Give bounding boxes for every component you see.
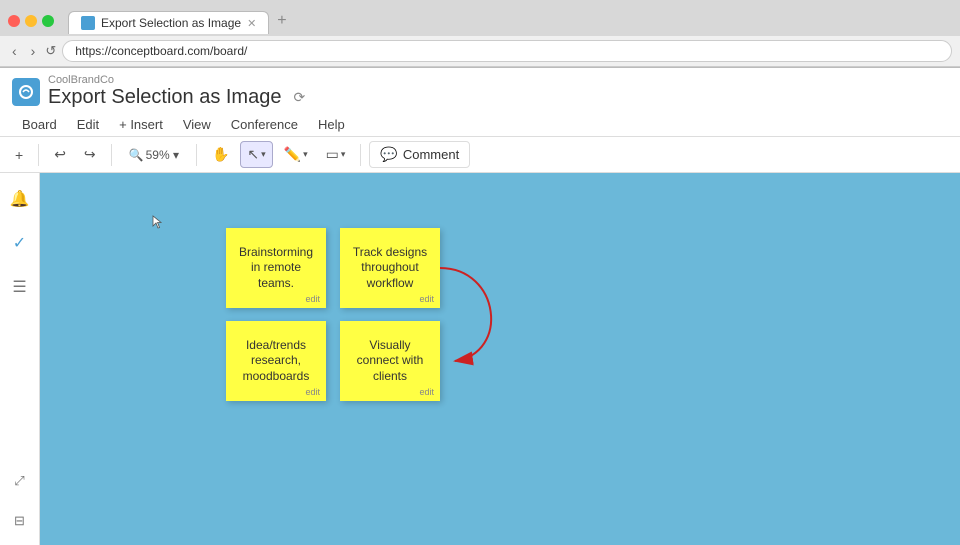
brand-row: CoolBrandCo Export Selection as Image ⟳ xyxy=(12,74,948,113)
zoom-icon: 🔍 xyxy=(129,148,144,162)
sticky-note-3[interactable]: Idea/trends research, moodboards edit xyxy=(226,321,326,401)
address-bar[interactable]: https://conceptboard.com/board/ xyxy=(62,40,952,62)
hand-icon: ✋ xyxy=(212,146,229,163)
brand-name: CoolBrandCo xyxy=(48,74,305,86)
select-tool-button[interactable]: ↖ ▾ xyxy=(240,141,272,168)
sticky-note-1[interactable]: Brainstorming in remote teams. edit xyxy=(226,228,326,308)
mouse-cursor xyxy=(152,215,164,227)
close-window-button[interactable] xyxy=(8,15,20,27)
tab-area-empty xyxy=(305,6,952,36)
address-text: https://conceptboard.com/board/ xyxy=(75,44,247,58)
toolbar-separator-3 xyxy=(196,144,197,166)
pen-dropdown-icon: ▾ xyxy=(303,149,308,160)
forward-button[interactable]: › xyxy=(27,41,40,61)
shapes-icon: ▭ xyxy=(326,146,339,163)
address-bar-row: ‹ › ↺ https://conceptboard.com/board/ xyxy=(0,36,960,67)
tab-title: Export Selection as Image xyxy=(101,16,241,30)
app-body: 🔔 ✓ ☰ ⤢ ⊟ Brainstorming in remote teams.… xyxy=(0,173,960,545)
sticky-note-1-text: Brainstorming in remote teams. xyxy=(236,245,316,292)
menu-help[interactable]: Help xyxy=(308,113,355,136)
toolbar: + ↩ ↪ 🔍 59% ▾ ✋ ↖ ▾ ✏️ ▾ ▭ ▾ 💬 Comment xyxy=(0,137,960,173)
sticky-note-2-edit[interactable]: edit xyxy=(419,294,434,304)
tab-close-button[interactable]: ✕ xyxy=(247,17,256,30)
redo-icon: ↪ xyxy=(84,146,96,163)
comment-icon: 💬 xyxy=(380,146,397,163)
zoom-control[interactable]: 🔍 59% ▾ xyxy=(120,143,188,167)
sticky-note-4[interactable]: Visually connect with clients edit xyxy=(340,321,440,401)
undo-button[interactable]: ↩ xyxy=(47,141,73,168)
left-sidebar: 🔔 ✓ ☰ ⤢ ⊟ xyxy=(0,173,40,545)
sticky-note-3-text: Idea/trends research, moodboards xyxy=(236,338,316,385)
add-icon: + xyxy=(15,147,23,163)
menu-insert[interactable]: + Insert xyxy=(109,113,173,136)
tab-bar: Export Selection as Image ✕ + xyxy=(68,8,295,34)
redo-button[interactable]: ↪ xyxy=(77,141,103,168)
sidebar-bottom-icon-1[interactable]: ⤢ xyxy=(10,469,28,493)
sticky-note-4-text: Visually connect with clients xyxy=(350,338,430,385)
page-refresh-icon[interactable]: ⟳ xyxy=(293,89,305,106)
new-tab-button[interactable]: + xyxy=(269,8,294,34)
pen-icon: ✏️ xyxy=(284,146,301,163)
sticky-note-3-edit[interactable]: edit xyxy=(305,387,320,397)
sidebar-menu-icon[interactable]: ☰ xyxy=(8,273,30,301)
menu-view[interactable]: View xyxy=(173,113,221,136)
refresh-button[interactable]: ↺ xyxy=(45,43,56,59)
sidebar-bottom-icon-2[interactable]: ⊟ xyxy=(10,509,29,533)
comment-button[interactable]: 💬 Comment xyxy=(369,141,470,168)
menu-conference[interactable]: Conference xyxy=(221,113,308,136)
undo-icon: ↩ xyxy=(54,146,66,163)
toolbar-separator-1 xyxy=(38,144,39,166)
browser-chrome: Export Selection as Image ✕ + ‹ › ↺ http… xyxy=(0,0,960,68)
browser-tab-active[interactable]: Export Selection as Image ✕ xyxy=(68,11,269,34)
toolbar-separator-2 xyxy=(111,144,112,166)
tab-favicon xyxy=(81,16,95,30)
sidebar-notifications-icon[interactable]: 🔔 xyxy=(6,185,34,213)
sticky-note-2-text: Track designs throughout workflow xyxy=(350,245,430,292)
shapes-dropdown-icon: ▾ xyxy=(341,149,346,160)
maximize-window-button[interactable] xyxy=(42,15,54,27)
sticky-note-2[interactable]: Track designs throughout workflow edit xyxy=(340,228,440,308)
shapes-tool-button[interactable]: ▭ ▾ xyxy=(319,141,353,168)
minimize-window-button[interactable] xyxy=(25,15,37,27)
traffic-lights xyxy=(8,15,54,27)
menu-edit[interactable]: Edit xyxy=(67,113,109,136)
back-button[interactable]: ‹ xyxy=(8,41,21,61)
sidebar-tasks-icon[interactable]: ✓ xyxy=(9,229,30,257)
pen-tool-button[interactable]: ✏️ ▾ xyxy=(277,141,315,168)
canvas[interactable]: Brainstorming in remote teams. edit Trac… xyxy=(40,173,960,545)
toolbar-separator-4 xyxy=(360,144,361,166)
brand-logo xyxy=(12,78,40,106)
hand-tool-button[interactable]: ✋ xyxy=(205,141,236,168)
page-title: Export Selection as Image xyxy=(48,86,281,109)
select-icon: ↖ xyxy=(247,146,259,163)
comment-label: Comment xyxy=(403,147,459,162)
menu-board[interactable]: Board xyxy=(12,113,67,136)
zoom-level: 59% ▾ xyxy=(146,148,179,162)
sticky-note-1-edit[interactable]: edit xyxy=(305,294,320,304)
sticky-note-4-edit[interactable]: edit xyxy=(419,387,434,397)
app-header: CoolBrandCo Export Selection as Image ⟳ … xyxy=(0,68,960,137)
add-button[interactable]: + xyxy=(8,142,30,168)
select-dropdown-icon: ▾ xyxy=(261,149,266,160)
title-bar: Export Selection as Image ✕ + xyxy=(0,0,960,36)
menu-bar: Board Edit + Insert View Conference Help xyxy=(12,113,948,136)
